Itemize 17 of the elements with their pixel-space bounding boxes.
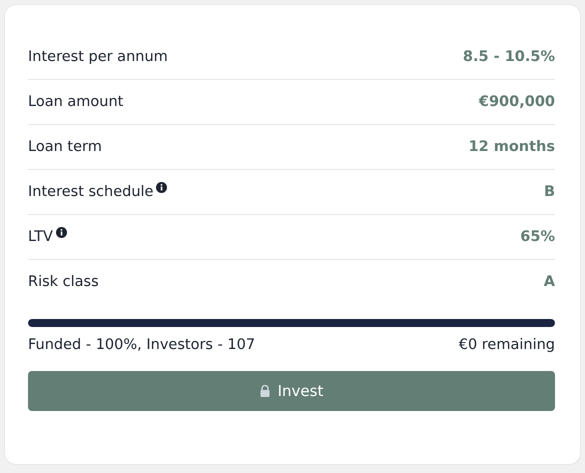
info-icon[interactable] xyxy=(56,227,67,238)
detail-label: Loan term xyxy=(28,139,102,155)
detail-label: Loan amount xyxy=(28,94,124,110)
detail-label: Risk class xyxy=(28,274,99,290)
detail-value: 65% xyxy=(520,229,555,245)
detail-label: Interest schedule xyxy=(28,184,154,200)
detail-label: Interest per annum xyxy=(28,49,168,65)
remaining-amount: €0 remaining xyxy=(458,337,555,353)
detail-value: 12 months xyxy=(468,139,555,155)
detail-value: A xyxy=(544,274,555,290)
invest-button[interactable]: Invest xyxy=(28,371,555,411)
funding-summary: Funded - 100%, Investors - 107 xyxy=(28,337,256,353)
info-icon[interactable] xyxy=(156,182,168,193)
detail-label: LTV xyxy=(28,229,53,245)
detail-value: 8.5 - 10.5% xyxy=(462,49,555,65)
detail-value: B xyxy=(544,184,555,200)
detail-value: €900,000 xyxy=(478,94,555,110)
